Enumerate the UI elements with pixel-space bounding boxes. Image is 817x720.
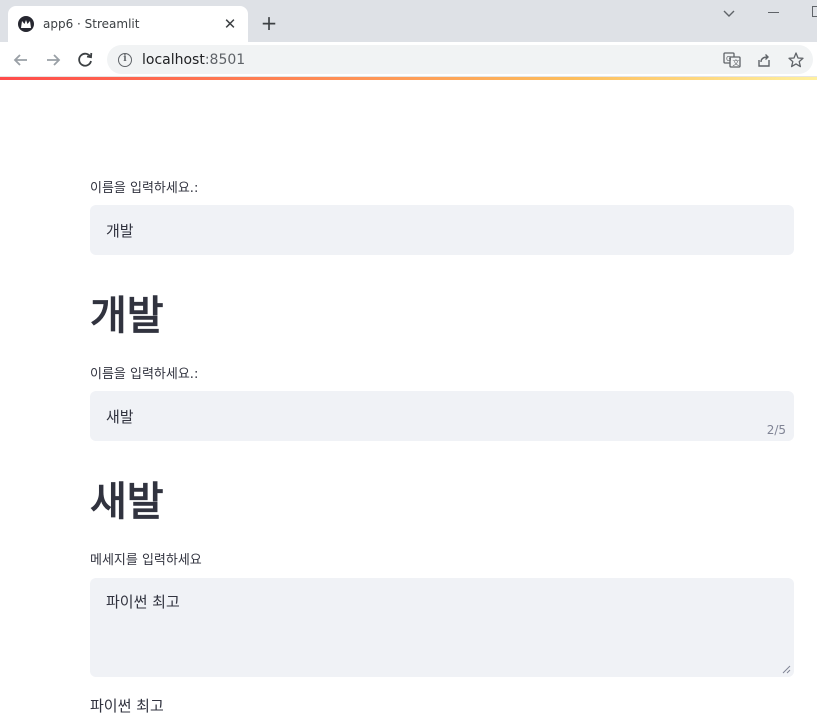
streamlit-decoration-bar <box>0 77 817 80</box>
translate-icon[interactable]: G 文 <box>723 51 741 69</box>
svg-text:G: G <box>726 55 731 63</box>
streamlit-favicon-icon <box>18 16 34 32</box>
chevron-down-icon[interactable] <box>721 6 737 20</box>
close-icon[interactable]: ✕ <box>222 16 238 32</box>
browser-tab[interactable]: app6 · Streamlit ✕ <box>8 6 248 42</box>
message-output-text: 파이썬 최고 <box>90 697 164 715</box>
plus-icon[interactable]: + <box>258 12 280 34</box>
info-icon[interactable]: i <box>118 52 132 67</box>
name-input-1[interactable] <box>90 205 794 255</box>
resize-handle-icon[interactable] <box>782 665 791 674</box>
url-port: :8501 <box>204 51 246 68</box>
address-bar[interactable]: i localhost:8501 G 文 <box>107 45 813 74</box>
minimize-icon[interactable] <box>768 12 779 13</box>
name-input-label-2: 이름을 입력하세요.: <box>90 367 199 382</box>
share-icon[interactable] <box>755 51 773 69</box>
forward-icon[interactable] <box>42 49 64 71</box>
browser-tabstrip: app6 · Streamlit ✕ + <box>0 0 817 42</box>
back-icon[interactable] <box>10 49 32 71</box>
char-counter: 2/5 <box>766 423 786 437</box>
url-host: localhost <box>142 51 205 68</box>
message-textarea-label: 메세지를 입력하세요 <box>90 553 202 568</box>
reload-icon[interactable] <box>74 49 96 71</box>
name-input-2[interactable] <box>90 391 794 441</box>
name-input-2-container: 2/5 <box>90 391 794 441</box>
name-heading-2: 새발 <box>90 479 164 525</box>
name-heading-1: 개발 <box>90 293 164 339</box>
name-input-label-1: 이름을 입력하세요.: <box>90 181 199 196</box>
message-textarea-container: 파이썬 최고 <box>90 578 794 677</box>
svg-text:文: 文 <box>733 58 740 67</box>
maximize-icon[interactable] <box>812 6 817 17</box>
url-text[interactable]: localhost:8501 <box>142 52 245 68</box>
message-textarea[interactable]: 파이썬 최고 <box>90 578 794 677</box>
browser-toolbar: i localhost:8501 G 文 <box>0 42 817 77</box>
star-icon[interactable] <box>787 51 805 69</box>
tab-title: app6 · Streamlit <box>43 17 140 31</box>
